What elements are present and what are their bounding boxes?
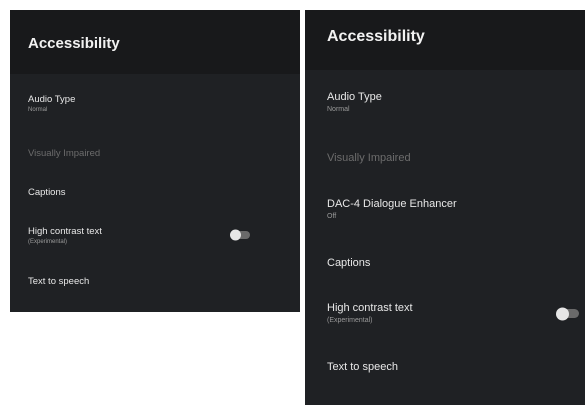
accessibility-panel-right: Accessibility Audio Type Normal Visually… — [305, 10, 585, 405]
visually-impaired-item: Visually Impaired — [305, 152, 585, 164]
audio-type-value: Normal — [28, 107, 48, 113]
toggle-knob — [556, 307, 569, 320]
high-contrast-text-label: High contrast text — [327, 302, 413, 314]
captions-label: Captions — [327, 257, 371, 269]
dac4-dialogue-enhancer-label: DAC-4 Dialogue Enhancer — [327, 198, 457, 210]
high-contrast-text-label: High contrast text — [28, 226, 102, 237]
page-title: Accessibility — [10, 10, 300, 74]
text-to-speech-label: Text to speech — [28, 276, 90, 287]
audio-type-item[interactable]: Audio Type Normal — [10, 94, 300, 113]
audio-type-label: Audio Type — [327, 91, 382, 103]
visually-impaired-label: Visually Impaired — [327, 152, 411, 164]
audio-type-item[interactable]: Audio Type Normal — [305, 91, 585, 113]
text-to-speech-item[interactable]: Text to speech — [305, 361, 585, 373]
toggle-knob — [230, 229, 241, 241]
text-to-speech-item[interactable]: Text to speech — [10, 276, 300, 287]
high-contrast-toggle[interactable] — [556, 307, 579, 320]
audio-type-label: Audio Type — [28, 94, 76, 105]
visually-impaired-item: Visually Impaired — [10, 148, 300, 159]
page-title: Accessibility — [305, 10, 585, 70]
audio-type-value: Normal — [327, 106, 350, 113]
high-contrast-toggle[interactable] — [230, 229, 250, 241]
visually-impaired-label: Visually Impaired — [28, 148, 101, 159]
high-contrast-text-note: (Experimental) — [28, 239, 68, 245]
dac4-dialogue-enhancer-item[interactable]: DAC-4 Dialogue Enhancer Off — [305, 198, 585, 220]
dac4-dialogue-enhancer-value: Off — [327, 213, 337, 220]
high-contrast-text-item[interactable]: High contrast text (Experimental) — [305, 302, 585, 324]
text-to-speech-label: Text to speech — [327, 361, 398, 373]
captions-item[interactable]: Captions — [305, 257, 585, 269]
captions-label: Captions — [28, 187, 66, 198]
accessibility-panel-left: Accessibility Audio Type Normal Visually… — [10, 10, 300, 312]
captions-item[interactable]: Captions — [10, 187, 300, 198]
high-contrast-text-item[interactable]: High contrast text (Experimental) — [10, 226, 300, 245]
high-contrast-text-note: (Experimental) — [327, 317, 373, 324]
